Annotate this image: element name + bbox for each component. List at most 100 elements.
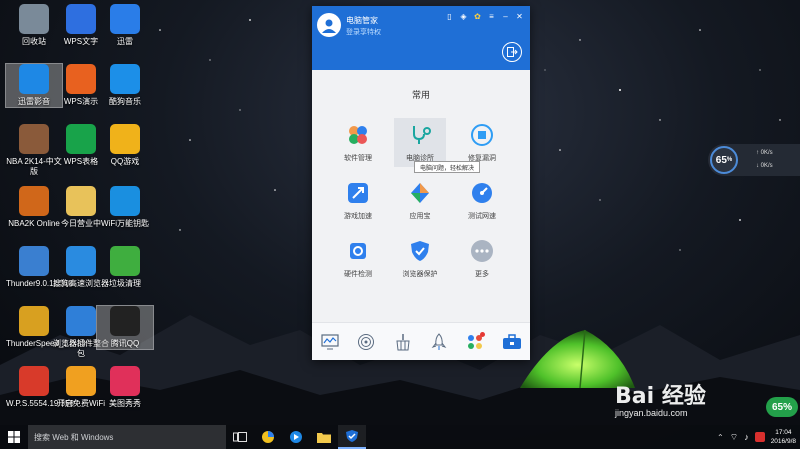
tool-tile-label: 更多 (475, 271, 489, 278)
more-icon (469, 238, 495, 264)
computer-manager-window: 电脑管家 登录享特权 ▯ ◈ ✿ ≡ – ✕ 常用 软件管理 电脑诊所 修复漏洞 游戏… (312, 6, 530, 360)
desktop-icon[interactable]: 美图秀秀 (97, 366, 153, 409)
rocket-icon[interactable] (429, 332, 449, 352)
desktop-icon[interactable]: 腾讯QQ (96, 305, 154, 350)
wps-writer-icon (66, 4, 96, 34)
target-icon[interactable] (356, 332, 376, 352)
desktop-icon[interactable]: QQ游戏 (97, 124, 153, 167)
tool-tile[interactable]: 软件管理 (332, 118, 384, 167)
volume-icon[interactable]: ♪ (744, 432, 749, 442)
minimize-icon[interactable]: – (501, 12, 510, 21)
task-view-icon (233, 432, 247, 442)
window-header: 电脑管家 登录享特权 ▯ ◈ ✿ ≡ – ✕ (312, 6, 530, 70)
system-tray: ⌃ ⌔ ♪ 17:04 2016/9/8 (717, 425, 796, 449)
tool-tile[interactable]: 浏览器保护 (394, 234, 446, 283)
input-method-icon[interactable] (754, 432, 765, 442)
exit-mode-button[interactable] (502, 42, 522, 62)
shield-icon[interactable]: ◈ (459, 12, 468, 21)
tool-tile[interactable]: 应用宝 (394, 176, 446, 225)
meitu-icon (110, 366, 140, 396)
desktop-icon[interactable]: 酷狗音乐 (97, 64, 153, 107)
avatar[interactable] (317, 13, 341, 37)
upload-speed: ↑ 0K/s (756, 150, 773, 156)
software-manager-icon (345, 122, 371, 148)
desktop-icon-label: 垃圾清理 (109, 279, 141, 288)
taskbar-app-player[interactable] (282, 425, 310, 449)
windows-logo-icon (8, 431, 20, 443)
taskbar-app-explorer[interactable] (310, 425, 338, 449)
download-speed-value: 0K/s (760, 163, 773, 169)
watermark-brand: Bai 经验 (615, 384, 706, 409)
speed-widget[interactable]: 65% ↑ 0K/s ↓ 0K/s (708, 144, 800, 176)
kugou-icon (110, 64, 140, 94)
menu-icon[interactable]: ≡ (487, 12, 496, 21)
thunder-icon (110, 4, 140, 34)
toolbox-icon[interactable] (502, 332, 522, 352)
desktop-icon[interactable]: 垃圾清理 (97, 246, 153, 289)
tool-tile[interactable]: 更多 (456, 234, 508, 283)
broom-icon[interactable] (393, 332, 413, 352)
search-input[interactable]: 搜索 Web 和 Windows (28, 425, 226, 449)
thunder-player-icon (290, 431, 302, 443)
colorful-app-icon (262, 431, 274, 443)
desktop-icon-label: 酷狗音乐 (109, 97, 141, 106)
clock[interactable]: 17:04 2016/9/8 (771, 428, 796, 446)
patch-icon (469, 122, 495, 148)
shield-check-icon (346, 430, 358, 442)
baidu-watermark: Bai 经验 jingyan.baidu.com (615, 378, 706, 418)
desktop-icon-label: QQ游戏 (110, 157, 140, 166)
memory-unit: % (726, 157, 733, 163)
tool-tile-label: 软件管理 (344, 155, 372, 162)
sogou-browser-icon (66, 246, 96, 276)
wps-spreadsheet-icon (66, 124, 96, 154)
folder-icon (317, 433, 331, 443)
taskbar-app-manager[interactable] (338, 425, 366, 449)
tool-tile-label: 应用宝 (409, 213, 431, 220)
tooltip: 电脑问题，轻松解决 (414, 161, 480, 173)
wps-installer-icon (19, 366, 49, 396)
show-hidden-icons[interactable]: ⌃ (717, 433, 724, 442)
desktop-icon-label: 迅雷 (117, 37, 133, 46)
tool-tile[interactable]: 硬件检测 (332, 234, 384, 283)
game-boost-icon (345, 180, 371, 206)
tool-tile[interactable]: 测试网速 (456, 176, 508, 225)
memory-percent: 65 (715, 154, 727, 166)
taskbar: 搜索 Web 和 Windows ⌃ ⌔ ♪ 17:04 2016/9/8 (0, 425, 800, 449)
desktop-icon[interactable]: WiFi万能钥匙 (97, 186, 153, 229)
task-view-button[interactable] (226, 425, 254, 449)
taskbar-app-edge[interactable] (254, 425, 282, 449)
grid-apps-icon[interactable] (465, 331, 486, 352)
folder-icon (66, 186, 96, 216)
desktop-icon-label: 美图秀秀 (109, 399, 141, 408)
plugin-pack-icon (66, 306, 96, 336)
phone-icon[interactable]: ▯ (445, 12, 454, 21)
wifi-icon[interactable]: ⌔ (730, 432, 738, 443)
thunder-player-icon (19, 64, 49, 94)
speed-test-icon (469, 180, 495, 206)
desktop-icon-label: 腾讯QQ (110, 339, 140, 348)
thunder-installer-icon (19, 246, 49, 276)
tool-tile[interactable]: 电脑诊所 (394, 118, 446, 167)
tool-tile-label: 浏览器保护 (402, 271, 438, 278)
monitor-icon[interactable] (320, 332, 340, 352)
gift-icon[interactable]: ✿ (473, 12, 482, 21)
tool-tile[interactable]: 游戏加速 (332, 176, 384, 225)
qq-icon (110, 306, 140, 336)
tool-tile[interactable]: 修复漏洞 (456, 118, 508, 167)
login-link[interactable]: 登录享特权 (346, 27, 381, 37)
close-icon[interactable]: ✕ (515, 12, 524, 21)
desktop-icon[interactable]: 迅雷 (97, 4, 153, 47)
free-wifi-icon (66, 366, 96, 396)
exit-icon (507, 47, 518, 57)
user-avatar-icon (322, 19, 336, 33)
tool-tile-label: 游戏加速 (344, 213, 372, 220)
clock-date: 2016/9/8 (770, 438, 796, 445)
start-button[interactable] (0, 425, 28, 449)
nba2k-online-icon (19, 186, 49, 216)
tool-tile-label: 硬件检测 (344, 271, 372, 278)
tool-tile-label: 测试网速 (468, 213, 496, 220)
nba2k14-icon (19, 124, 49, 154)
notification-dot (480, 331, 486, 337)
memory-usage-ball[interactable]: 65% (710, 146, 738, 174)
status-badge[interactable]: 65% (766, 397, 798, 417)
